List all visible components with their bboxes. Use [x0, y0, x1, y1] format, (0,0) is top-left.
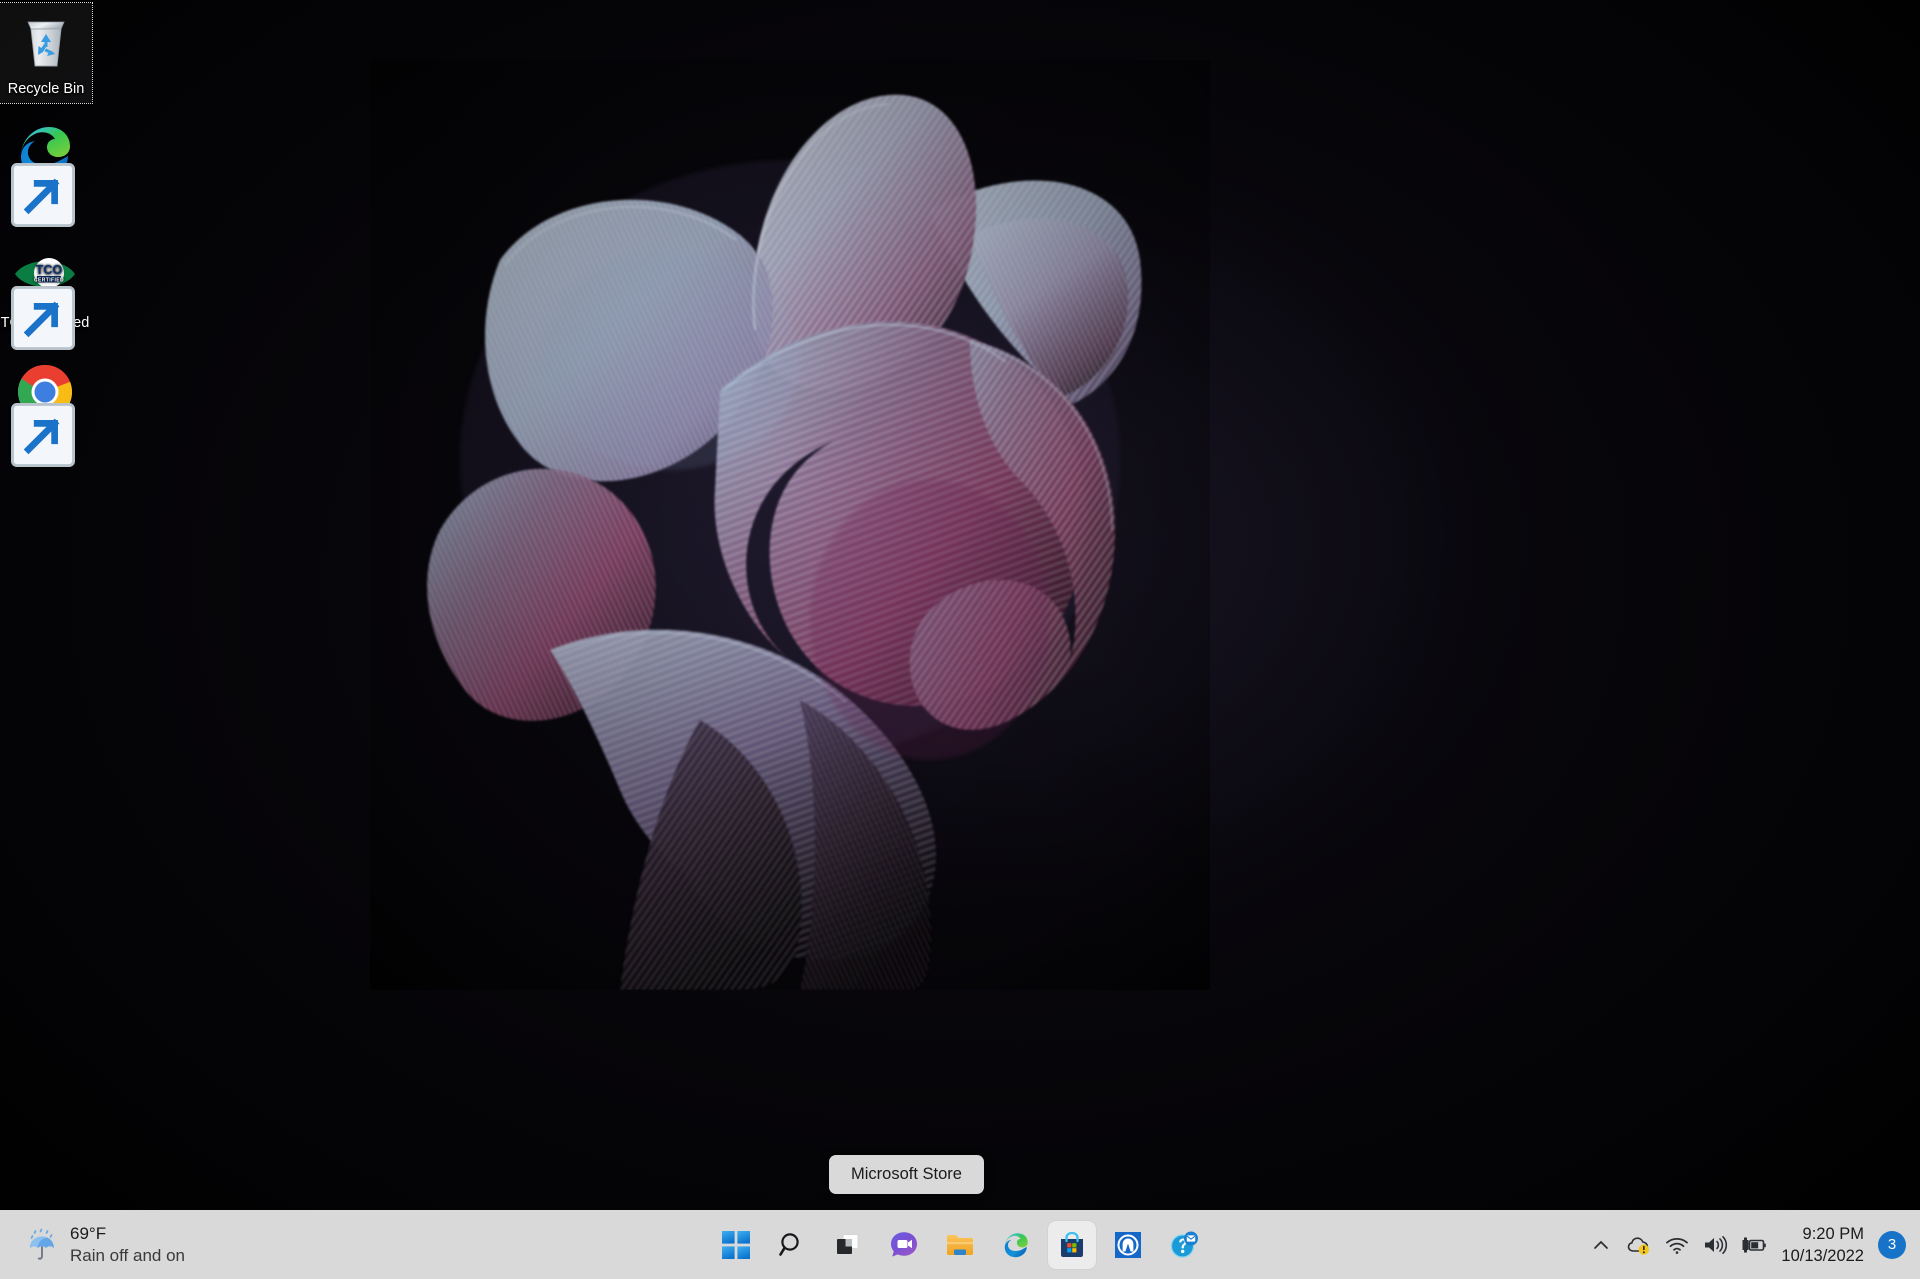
- desktop[interactable]: Recycle Bin TCO CERTIFIED Microsoft Stor…: [0, 0, 1920, 1279]
- shortcut-overlay-icon: [11, 403, 75, 467]
- battery-charging-icon: [1742, 1237, 1767, 1252]
- desktop-wallpaper: [0, 0, 1920, 1279]
- cloud-warning-icon: [1628, 1236, 1650, 1255]
- folder-icon: [947, 1234, 973, 1255]
- volume-status-button[interactable]: [1697, 1221, 1733, 1269]
- help-mail-icon: [1170, 1231, 1198, 1258]
- svg-text:TCO: TCO: [36, 263, 63, 277]
- home-app-button[interactable]: [1104, 1221, 1152, 1269]
- clock-time: 9:20 PM: [1802, 1224, 1864, 1243]
- edge-icon: [1004, 1232, 1028, 1257]
- clock-date: 10/13/2022: [1781, 1246, 1864, 1265]
- battery-status-button[interactable]: [1735, 1221, 1771, 1269]
- taskbar-clock[interactable]: 9:20 PM 10/13/2022: [1773, 1223, 1874, 1267]
- chrome-icon: [11, 360, 77, 467]
- wallpaper-bloom-artwork: [370, 60, 1210, 990]
- task-view-icon: [837, 1233, 859, 1254]
- onedrive-status-button[interactable]: [1621, 1221, 1657, 1269]
- rain-umbrella-icon: [26, 1228, 60, 1262]
- taskbar[interactable]: 69°F Rain off and on 9:20 PM 10/13/2022 …: [0, 1210, 1920, 1279]
- weather-condition: Rain off and on: [70, 1245, 185, 1265]
- notification-badge[interactable]: 3: [1878, 1230, 1906, 1259]
- home-arch-icon: [1115, 1231, 1141, 1258]
- svg-text:CERTIFIED: CERTIFIED: [34, 277, 64, 283]
- store-bag-icon: [1061, 1231, 1083, 1257]
- desktop-icon-label: Recycle Bin: [7, 81, 85, 97]
- task-view-button[interactable]: [824, 1221, 872, 1269]
- help-button[interactable]: [1160, 1221, 1208, 1269]
- chat-video-icon: [891, 1231, 917, 1257]
- store-button[interactable]: [1048, 1220, 1096, 1269]
- wifi-icon: [1666, 1237, 1689, 1254]
- shortcut-overlay-icon: [11, 286, 75, 350]
- tco-certified-icon: TCO CERTIFIED: [11, 243, 77, 350]
- shortcut-overlay-icon: [11, 163, 75, 227]
- chevron-up-icon: [1594, 1240, 1609, 1249]
- taskbar-center-group: [712, 1210, 1208, 1279]
- network-status-button[interactable]: [1659, 1221, 1695, 1269]
- desktop-icon-tco-certified[interactable]: TCO CERTIFIED TCO Certified: [0, 243, 90, 350]
- search-icon: [779, 1232, 799, 1256]
- taskbar-weather-widget[interactable]: 69°F Rain off and on: [10, 1219, 197, 1271]
- recycle-bin-icon: [14, 9, 78, 73]
- edge-icon: [11, 120, 77, 227]
- show-hidden-icons-button[interactable]: [1583, 1221, 1619, 1269]
- edge-button[interactable]: [992, 1221, 1040, 1269]
- weather-temperature: 69°F: [70, 1223, 107, 1243]
- speaker-icon: [1705, 1235, 1728, 1254]
- desktop-icon-recycle-bin[interactable]: Recycle Bin: [0, 2, 93, 104]
- chat-button[interactable]: [880, 1221, 928, 1269]
- start-button[interactable]: [712, 1221, 760, 1269]
- taskbar-tooltip: Microsoft Store: [829, 1155, 984, 1194]
- desktop-icon-microsoft-edge[interactable]: Microsoft Edge: [0, 120, 90, 230]
- windows-logo-icon: [722, 1230, 750, 1259]
- file-explorer-button[interactable]: [936, 1221, 984, 1269]
- desktop-icon-google-chrome[interactable]: Google Chrome: [0, 360, 90, 470]
- system-tray: 9:20 PM 10/13/2022 3: [1583, 1210, 1920, 1279]
- search-button[interactable]: [768, 1221, 816, 1269]
